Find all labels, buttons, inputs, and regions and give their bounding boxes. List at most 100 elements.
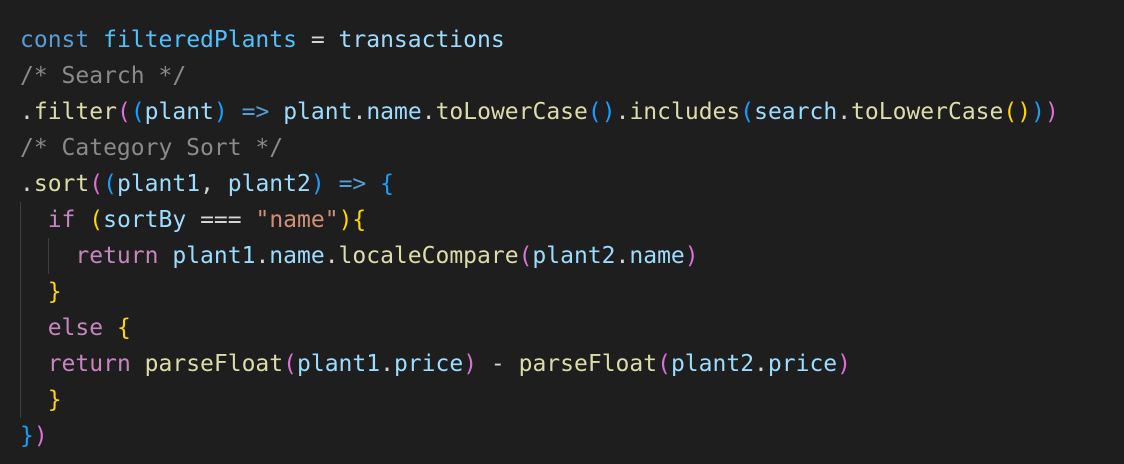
code-token: . (837, 99, 852, 125)
code-token: ( (89, 207, 104, 233)
code-line-5[interactable]: .sort((plant1, plant2) => { (20, 166, 1124, 202)
code-line-6[interactable]: if (sortBy === "name"){ (20, 202, 1124, 238)
code-token: ( (657, 351, 671, 377)
code-token: ( (116, 99, 131, 125)
code-token: . (324, 243, 339, 269)
code-token: ) (684, 243, 699, 269)
code-token: . (615, 243, 630, 269)
code-token: toLowerCase (851, 99, 1004, 125)
code-token: name (629, 243, 685, 269)
code-token: return (47, 351, 131, 377)
code-token: . (615, 99, 630, 125)
code-token: () (587, 99, 616, 125)
code-line-7[interactable]: return plant1.name.localeCompare(plant2.… (20, 238, 1124, 274)
code-token: sort (33, 171, 90, 197)
code-token: . (380, 351, 394, 377)
code-token: => (241, 99, 270, 125)
code-token: parseFloat (518, 351, 658, 377)
code-token: plant (144, 99, 214, 125)
code-token: - (477, 351, 519, 377)
code-token: { (352, 207, 367, 233)
code-line-2[interactable]: /* Search */ (20, 58, 1124, 94)
code-token: === (186, 207, 256, 233)
code-token: . (352, 99, 367, 125)
code-line-12[interactable]: }) (20, 418, 1124, 454)
code-line-11[interactable]: } (20, 382, 1124, 418)
code-token: plant2 (227, 171, 311, 197)
code-token: search (754, 99, 838, 125)
code-token: } (47, 279, 62, 305)
code-token: ) (1031, 99, 1045, 125)
code-token: plant2 (532, 243, 616, 269)
code-line-3[interactable]: .filter((plant) => plant.name.toLowerCas… (20, 94, 1124, 130)
code-token: plant1 (297, 351, 381, 377)
code-token: plant (283, 99, 353, 125)
code-token: price (393, 351, 464, 377)
indent-guide-outer (20, 202, 21, 418)
code-line-4[interactable]: /* Category Sort */ (20, 130, 1124, 166)
code-token: ) (310, 171, 325, 197)
code-token: ) (213, 99, 228, 125)
code-token: name (366, 99, 422, 125)
code-token: { (380, 171, 394, 197)
code-token: . (255, 243, 270, 269)
code-token: name (269, 243, 325, 269)
code-token: () (1003, 99, 1032, 125)
code-token: else (47, 315, 104, 341)
code-lines: const filteredPlants = transactions /* Se… (20, 22, 1124, 454)
code-token: plant1 (116, 171, 201, 197)
code-token: ) (33, 423, 48, 449)
code-token: /* Search */ (20, 63, 187, 89)
code-token: ( (740, 99, 755, 125)
code-token: "name" (255, 207, 339, 233)
code-token: ) (1044, 99, 1059, 125)
code-token: ( (130, 99, 145, 125)
indent-guide-inner (48, 238, 49, 274)
code-token: price (767, 351, 838, 377)
code-token: } (47, 387, 62, 413)
code-token: . (421, 99, 436, 125)
code-line-1[interactable]: const filteredPlants = transactions (20, 22, 1124, 58)
code-line-10[interactable]: return parseFloat(plant1.price) - parseF… (20, 346, 1124, 382)
code-token: transactions (338, 27, 505, 53)
code-token: filter (33, 99, 117, 125)
code-token: . (20, 99, 34, 125)
code-token: ( (89, 171, 104, 197)
code-token: . (20, 171, 34, 197)
code-token: if (47, 207, 76, 233)
code-token: sortBy (103, 207, 187, 233)
code-token: const (20, 27, 90, 53)
code-token: , (200, 171, 228, 197)
code-token: parseFloat (144, 351, 284, 377)
code-token: filteredPlants (103, 27, 297, 53)
code-token: /* Category Sort */ (20, 135, 284, 161)
code-token: => (338, 171, 367, 197)
code-line-9[interactable]: else { (20, 310, 1124, 346)
code-token: ( (518, 243, 533, 269)
code-token: ) (837, 351, 852, 377)
code-token: = (296, 27, 339, 53)
code-token: ( (103, 171, 117, 197)
code-editor[interactable]: const filteredPlants = transactions /* Se… (0, 0, 1124, 464)
code-token: return (75, 243, 159, 269)
code-token: ) (463, 351, 478, 377)
code-token: localeCompare (338, 243, 519, 269)
code-line-8[interactable]: } (20, 274, 1124, 310)
code-token: } (20, 423, 34, 449)
code-token: includes (629, 99, 741, 125)
code-token: toLowerCase (435, 99, 588, 125)
code-token: ( (283, 351, 297, 377)
